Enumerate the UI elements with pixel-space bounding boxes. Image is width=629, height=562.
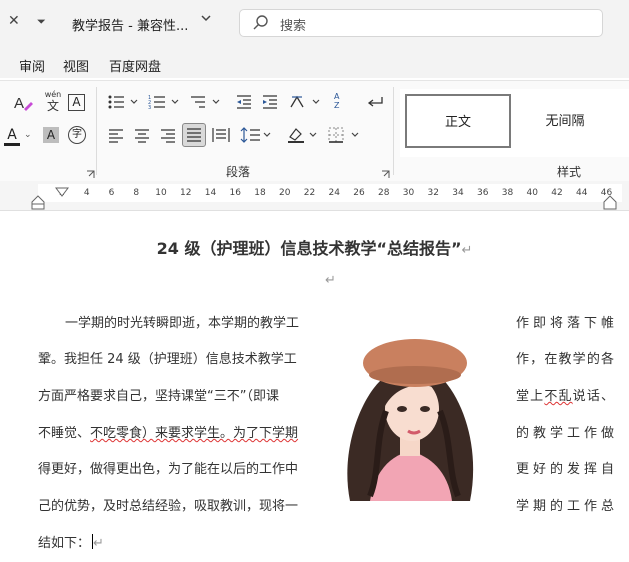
title-chevron-down-icon[interactable] — [200, 12, 212, 28]
bullets-icon[interactable] — [107, 94, 143, 114]
numbering-icon[interactable]: 123 — [148, 94, 184, 114]
character-border-icon[interactable]: A — [68, 94, 85, 111]
paragraph-mark: ↵ — [325, 273, 336, 288]
inserted-portrait-image[interactable] — [330, 331, 492, 503]
menu-bar: 审阅 视图 百度网盘 — [0, 48, 629, 78]
body-line-right: 作即将落下帷 — [516, 316, 614, 331]
ruler-tick-label: 18 — [254, 188, 266, 198]
align-right-icon[interactable] — [160, 128, 176, 147]
sort-icon[interactable]: A Z — [334, 92, 348, 110]
pinyin-guide-icon[interactable]: wén 文 — [43, 90, 63, 113]
chinese-layout-icon[interactable] — [289, 93, 323, 115]
clear-format-icon[interactable]: A — [12, 93, 34, 117]
document-page[interactable]: 24 级（护理班）信息技术教学“总结报告”↵ ↵ 一学期的时光转瞬即逝，本学期的… — [0, 211, 629, 562]
ribbon-separator — [393, 87, 394, 175]
search-placeholder: 搜索 — [280, 19, 307, 34]
paragraph-shading-icon[interactable] — [286, 125, 322, 149]
body-line-right: 学期的工作总 — [516, 499, 614, 514]
menu-view[interactable]: 视图 — [63, 56, 89, 75]
ruler-tick-label: 4 — [83, 188, 90, 198]
body-text: 结如下： — [38, 536, 91, 551]
document-title: 教学报告 - 兼容性... — [72, 19, 189, 34]
style-no-spacing[interactable]: 无间隔 — [512, 94, 618, 148]
document-heading: 24 级（护理班）信息技术教学“总结报告”↵ — [0, 235, 629, 259]
align-center-icon[interactable] — [134, 128, 150, 147]
body-line: 己的优势，及时总结经验，吸取教训，现将一 — [38, 499, 299, 514]
body-line: 方面严格要求自己，坚持课堂“三不”（即课 — [38, 389, 279, 404]
sort-bottom-char: Z — [334, 101, 340, 110]
body-line-right: 更好的发挥自 — [516, 462, 614, 477]
ruler-tick-label: 44 — [576, 188, 588, 198]
justify-icon — [187, 128, 201, 142]
body-line-right: 的教学工作做 — [516, 426, 614, 441]
ruler-tick-label: 42 — [551, 188, 563, 198]
ruler-tick-label: 24 — [328, 188, 340, 198]
style-normal[interactable]: 正文 — [405, 94, 511, 148]
enclose-characters-icon[interactable]: 字 — [68, 126, 86, 144]
paragraph-group-label: 段落 — [226, 165, 251, 179]
line-spacing-icon[interactable] — [240, 126, 276, 148]
body-line: 不睡觉、不吃零食）来要求学生。为了下学期 — [38, 422, 298, 441]
body-line: 一学期的时光转瞬即逝，本学期的教学工 — [65, 316, 300, 331]
quick-access-dropdown-icon[interactable]: ⏷ — [37, 15, 46, 29]
horizontal-ruler[interactable]: 2468101214161820222426283032343638404244… — [0, 181, 629, 211]
ruler-tick-label: 6 — [108, 188, 115, 198]
styles-group-label: 样式 — [557, 165, 582, 179]
pinyin-char: 文 — [46, 99, 59, 113]
ruler-tick-label: 12 — [180, 188, 192, 198]
body-text: 不睡觉、 — [38, 426, 91, 441]
sort-top-char: A — [334, 92, 340, 101]
increase-indent-icon[interactable] — [261, 94, 279, 114]
justify-button[interactable] — [182, 123, 206, 147]
ruler-tick-label: 28 — [378, 188, 390, 198]
ruler-tick-label: 10 — [155, 188, 167, 198]
ruler-tick-label: 8 — [133, 188, 140, 198]
ruler-tick-label: 36 — [477, 188, 489, 198]
ribbon-separator — [96, 87, 97, 175]
borders-icon[interactable] — [328, 127, 364, 147]
body-text: 说话、 — [572, 389, 614, 404]
svg-text:3: 3 — [148, 105, 151, 110]
character-shading-icon[interactable]: A — [43, 127, 59, 143]
ruler-tick-label: 26 — [353, 188, 365, 198]
spelling-flag: 不乱 — [544, 389, 573, 404]
close-icon[interactable]: ✕ — [8, 13, 20, 29]
decrease-indent-icon[interactable] — [235, 94, 253, 114]
body-line: 得更好，做得更出色，为了能在以后的工作中 — [38, 462, 299, 477]
title-bar: ✕ ⏷ 教学报告 - 兼容性... 搜索 — [0, 0, 629, 48]
search-box[interactable]: 搜索 — [239, 9, 603, 37]
distributed-icon[interactable] — [212, 127, 230, 147]
ruler-tick-label: 14 — [204, 188, 217, 198]
first-line-indent-marker-icon[interactable] — [55, 182, 69, 201]
align-left-icon[interactable] — [108, 128, 124, 147]
body-line-right: 作，在教学的各 — [516, 352, 614, 367]
ruler-tick-label: 40 — [526, 188, 538, 198]
body-text: 堂上 — [516, 389, 545, 404]
ruler-tick-label: 16 — [229, 188, 241, 198]
ribbon: A wén 文 A A ⌄ A 字 123 A Z 段落 正文 无间隔 样式 — [0, 80, 629, 182]
font-color-dropdown-icon[interactable]: ⌄ — [24, 130, 32, 140]
paragraph-mark: ↵ — [93, 536, 104, 551]
ruler-tick-label: 22 — [303, 188, 316, 198]
svg-text:A: A — [14, 95, 24, 112]
font-color-icon[interactable]: A — [4, 127, 20, 146]
pinyin-label: wén — [44, 90, 62, 99]
body-line-right: 堂上不乱说话、 — [516, 385, 614, 404]
ruler-tick-label: 32 — [427, 188, 439, 198]
paragraph-mark: ↵ — [461, 243, 473, 258]
show-marks-icon[interactable] — [364, 93, 384, 115]
menu-review[interactable]: 审阅 — [19, 56, 45, 75]
ruler-tick-label: 20 — [279, 188, 291, 198]
ruler-tick-label: 30 — [402, 188, 415, 198]
menu-baidu-netdisk[interactable]: 百度网盘 — [109, 56, 161, 75]
multilevel-list-icon[interactable] — [189, 94, 225, 114]
heading-text: 24 级（护理班）信息技术教学“总结报告” — [156, 239, 462, 258]
body-line: 结如下： ↵ — [38, 532, 104, 551]
spelling-flag: 不吃零食）来要求学生。为了下学期 — [90, 426, 299, 441]
body-line: 鞏。我担任 24 级（护理班）信息技术教学工 — [38, 352, 297, 367]
ruler-tick-label: 34 — [452, 188, 464, 198]
ruler-tick-label: 38 — [501, 188, 514, 198]
search-icon — [252, 14, 270, 36]
